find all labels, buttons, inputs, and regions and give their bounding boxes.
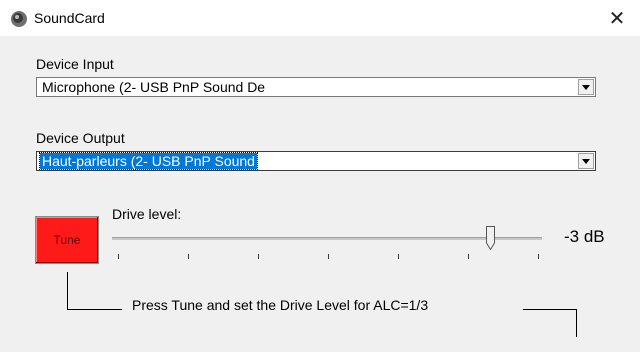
title-bar: SoundCard ✕ [0, 0, 640, 36]
bracket-line-left [67, 272, 68, 310]
drive-level-slider-thumb[interactable] [486, 226, 496, 251]
bracket-line-bottom [67, 309, 122, 310]
speaker-icon [10, 10, 28, 28]
device-output-value: Haut-parleurs (2- USB PnP Sound [39, 152, 258, 170]
device-output-select[interactable]: Haut-parleurs (2- USB PnP Sound [36, 151, 596, 171]
bracket-line-right-down [576, 309, 577, 337]
close-button[interactable]: ✕ [594, 0, 640, 36]
slider-tick [468, 254, 469, 259]
window-title: SoundCard [34, 10, 105, 26]
device-output-label: Device Output [36, 130, 125, 146]
device-input-value: Microphone (2- USB PnP Sound De [42, 79, 266, 95]
drive-level-slider-track[interactable] [112, 237, 542, 240]
chevron-down-icon [582, 84, 590, 90]
tune-button[interactable]: Tune [35, 216, 99, 264]
slider-tick [538, 254, 539, 259]
chevron-down-icon [582, 158, 590, 164]
bracket-line-right [523, 309, 576, 310]
slider-tick [398, 254, 399, 259]
dropdown-button[interactable] [578, 153, 594, 169]
drive-level-label: Drive level: [112, 206, 182, 222]
device-input-select[interactable]: Microphone (2- USB PnP Sound De [36, 77, 596, 97]
slider-tick [118, 254, 119, 259]
slider-tick [258, 254, 259, 259]
dropdown-button[interactable] [578, 79, 594, 95]
hint-text: Press Tune and set the Drive Level for A… [132, 297, 429, 313]
slider-tick [188, 254, 189, 259]
device-input-label: Device Input [36, 56, 114, 72]
slider-tick [328, 254, 329, 259]
drive-level-value: -3 dB [564, 227, 605, 246]
